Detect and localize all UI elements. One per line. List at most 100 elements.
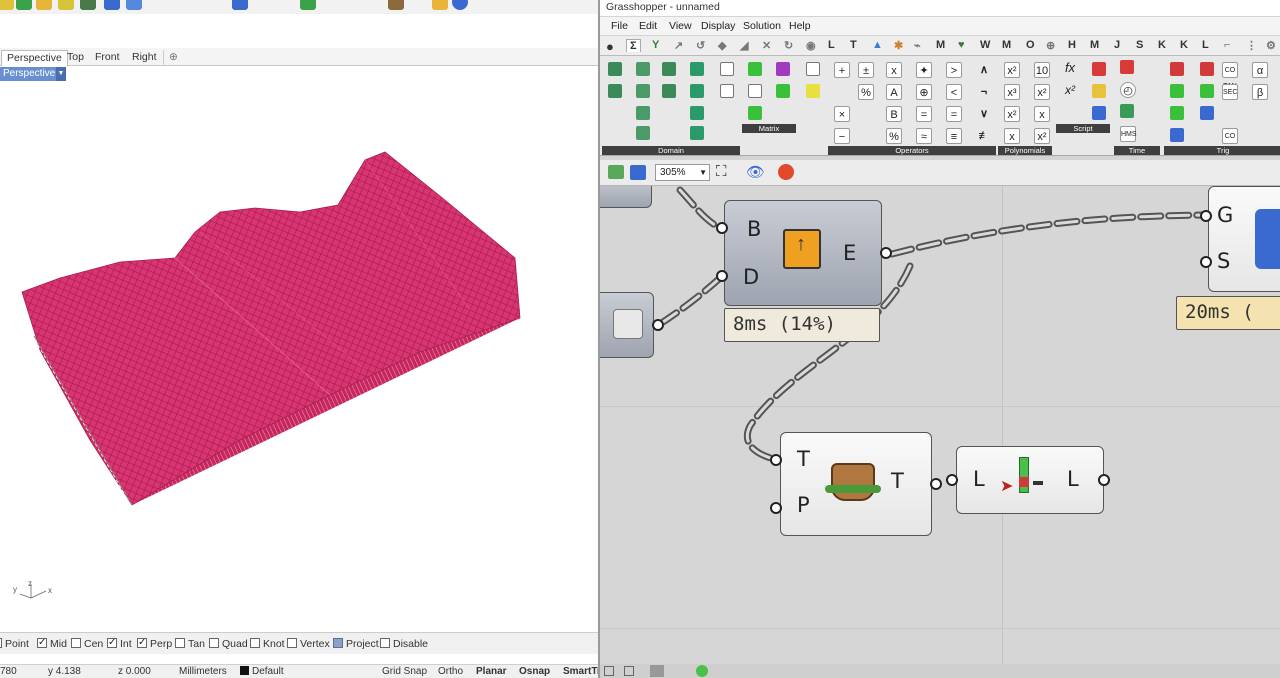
toolbar-icon[interactable]: [432, 0, 448, 10]
param-tab-icon[interactable]: ●: [606, 39, 614, 54]
component-icon[interactable]: [748, 62, 762, 76]
operator-icon[interactable]: ⊕: [916, 84, 932, 100]
component-icon[interactable]: [720, 62, 734, 76]
gh-canvas[interactable]: B D E ↑ 8ms (14%) G S 20ms ( T P T L L ➤: [600, 186, 1280, 664]
less-than-icon[interactable]: <: [946, 84, 962, 100]
expression-icon[interactable]: fx: [1062, 60, 1078, 76]
python-icon[interactable]: [1092, 84, 1106, 98]
zoom-select[interactable]: 305% ▼: [655, 164, 710, 181]
expression-icon[interactable]: x²: [1062, 82, 1078, 98]
trig-icon[interactable]: [1170, 62, 1184, 76]
component-list-length[interactable]: L L: [956, 446, 1104, 514]
toolbar-icon[interactable]: [36, 0, 52, 10]
component-icon[interactable]: [690, 106, 704, 120]
trig-icon[interactable]: β: [1252, 84, 1268, 100]
component-icon[interactable]: [690, 126, 704, 140]
power-icon[interactable]: x²: [1034, 84, 1050, 100]
tab-front[interactable]: Front: [90, 50, 125, 66]
alpha-icon[interactable]: α: [1252, 62, 1268, 78]
power-icon[interactable]: x²: [1004, 106, 1020, 122]
mesh-tab-icon[interactable]: ◢: [740, 39, 748, 52]
component-right[interactable]: G S: [1208, 186, 1280, 292]
checkbox-icon[interactable]: [0, 638, 2, 648]
menu-display[interactable]: Display: [701, 20, 735, 32]
trig-icon[interactable]: [1200, 84, 1214, 98]
power-icon[interactable]: x: [1034, 106, 1050, 122]
open-file-icon[interactable]: [608, 165, 624, 179]
menu-solution[interactable]: Solution: [743, 20, 781, 32]
grid-snap-toggle[interactable]: Grid Snap: [382, 666, 427, 677]
osnap-int[interactable]: Int: [107, 636, 132, 652]
tab-t[interactable]: T: [850, 39, 857, 51]
dropdown-arrow-icon[interactable]: ▼: [56, 67, 66, 81]
component-icon[interactable]: [690, 62, 704, 76]
power-icon[interactable]: x²: [1034, 128, 1050, 144]
tab-icon[interactable]: ⋮: [1246, 39, 1257, 52]
surface-tab-icon[interactable]: ◆: [718, 39, 726, 52]
menu-help[interactable]: Help: [789, 20, 811, 32]
status-icon[interactable]: [696, 665, 708, 677]
tab-w[interactable]: W: [980, 39, 990, 51]
vector-tab-icon[interactable]: ↗: [674, 39, 683, 52]
equals-icon[interactable]: =: [916, 106, 932, 122]
kangaroo-tab-icon[interactable]: ▲: [872, 39, 883, 51]
operator-icon[interactable]: ✦: [916, 62, 932, 78]
ladybug-tab-icon[interactable]: ✱: [894, 39, 903, 52]
power-icon[interactable]: x³: [1004, 84, 1020, 100]
trig-icon[interactable]: [1170, 84, 1184, 98]
tab-l2[interactable]: L: [1202, 39, 1209, 51]
osnap-project[interactable]: Project: [333, 638, 379, 652]
transform-tab-icon[interactable]: ↻: [784, 39, 793, 52]
operator-icon[interactable]: x: [886, 62, 902, 78]
checkbox-icon[interactable]: [333, 638, 343, 648]
component-icon[interactable]: [748, 84, 762, 98]
tab-icon[interactable]: ⊕: [1046, 39, 1055, 52]
port-l-in[interactable]: [946, 474, 958, 486]
clock-icon[interactable]: ◴: [1120, 82, 1136, 98]
operator-icon[interactable]: ±: [858, 62, 874, 78]
toolbar-icon[interactable]: [388, 0, 404, 10]
port-param[interactable]: [652, 319, 664, 331]
toolbar-icon[interactable]: [126, 0, 142, 10]
menu-file[interactable]: File: [611, 20, 628, 32]
menu-view[interactable]: View: [669, 20, 692, 32]
trig-icon[interactable]: CO SEC: [1222, 128, 1238, 156]
tab-m[interactable]: M: [936, 39, 945, 51]
trig-icon[interactable]: [1200, 62, 1214, 76]
tab-h[interactable]: H: [1068, 39, 1076, 51]
viewport-label[interactable]: Perspective ▼: [0, 67, 66, 81]
port-t-out[interactable]: [930, 478, 942, 490]
tab-s[interactable]: S: [1136, 39, 1143, 51]
component-icon[interactable]: [636, 126, 650, 140]
tab-top[interactable]: Top: [62, 50, 89, 66]
tab-m3[interactable]: M: [1090, 39, 1099, 51]
tab-icon[interactable]: ⌁: [914, 39, 921, 52]
component-icon[interactable]: [748, 106, 762, 120]
tab-l[interactable]: L: [828, 39, 835, 51]
checkbox-icon[interactable]: [250, 638, 260, 648]
planar-toggle[interactable]: Planar: [476, 666, 507, 677]
osnap-vertex[interactable]: Vertex: [287, 638, 330, 652]
checkbox-icon[interactable]: [209, 638, 219, 648]
tab-icon[interactable]: ⌐: [1224, 39, 1230, 51]
operator-icon[interactable]: A: [886, 84, 902, 100]
tab-k[interactable]: K: [1158, 39, 1166, 51]
trig-icon[interactable]: [1170, 106, 1184, 120]
subtract-icon[interactable]: −: [834, 128, 850, 144]
checkbox-icon[interactable]: [380, 638, 390, 648]
tab-perspective[interactable]: Perspective: [1, 50, 68, 66]
osnap-quad[interactable]: Quad: [209, 638, 248, 652]
checkbox-icon[interactable]: [37, 636, 47, 649]
port-p[interactable]: [770, 502, 782, 514]
gear-icon[interactable]: ⚙: [1266, 39, 1276, 52]
bug-tab-icon[interactable]: ♥: [958, 39, 965, 51]
port-g[interactable]: [1200, 210, 1212, 222]
component-icon[interactable]: [806, 84, 820, 98]
math-tab-icon[interactable]: Σ: [626, 39, 641, 52]
osnap-perp[interactable]: Perp: [137, 636, 172, 652]
trig-icon[interactable]: [1170, 128, 1184, 142]
power-icon[interactable]: x²: [1004, 62, 1020, 78]
intersect-tab-icon[interactable]: ✕: [762, 39, 771, 52]
component-icon[interactable]: [806, 62, 820, 76]
checkbox-icon[interactable]: [287, 638, 297, 648]
